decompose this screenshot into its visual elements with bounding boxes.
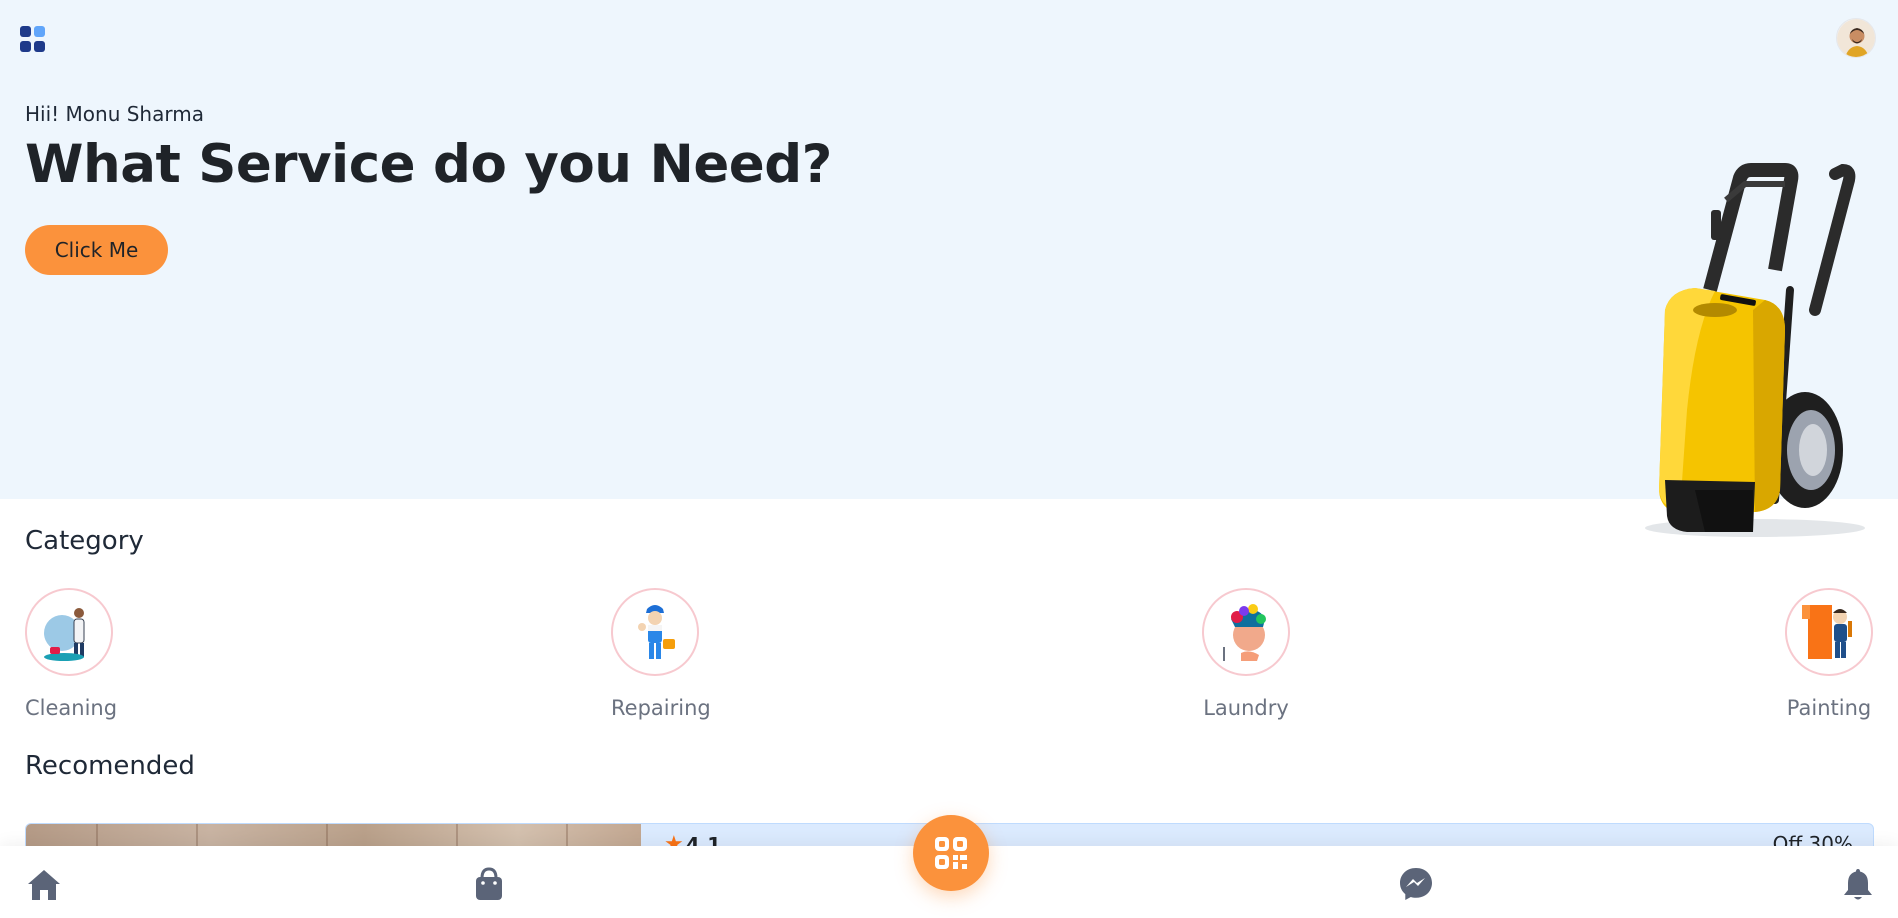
home-icon[interactable] <box>24 864 64 904</box>
category-item-repairing[interactable]: Repairing <box>611 588 711 720</box>
hero-headline: What Service do you Need? <box>25 134 832 195</box>
recommended-title: Recomended <box>25 751 195 781</box>
avatar-image <box>1837 19 1875 57</box>
category-item-laundry[interactable]: Laundry <box>1202 588 1290 720</box>
click-me-button[interactable]: Click Me <box>25 225 168 275</box>
category-item-cleaning[interactable]: Cleaning <box>25 588 117 720</box>
shopping-bag-icon[interactable] <box>469 864 509 904</box>
grid-menu-icon[interactable] <box>20 26 46 52</box>
pressure-washer-image <box>1645 163 1865 537</box>
category-title: Category <box>25 526 144 556</box>
painter-icon <box>1785 588 1873 676</box>
category-label: Repairing <box>611 696 711 720</box>
cleaning-worker-icon <box>25 588 113 676</box>
category-label: Painting <box>1786 696 1872 720</box>
category-label: Laundry <box>1203 696 1289 720</box>
qr-scan-icon[interactable] <box>913 815 989 891</box>
messenger-icon[interactable] <box>1396 864 1436 904</box>
category-item-painting[interactable]: Painting <box>1785 588 1873 720</box>
greeting-text: Hii! Monu Sharma <box>25 102 204 126</box>
bell-icon[interactable] <box>1838 864 1878 904</box>
category-label: Cleaning <box>25 696 118 720</box>
repair-worker-icon <box>611 588 699 676</box>
user-avatar[interactable] <box>1836 18 1876 58</box>
laundry-icon <box>1202 588 1290 676</box>
hero-section <box>0 0 1898 499</box>
app-page: Hii! Monu Sharma What Service do you Nee… <box>0 0 1898 918</box>
